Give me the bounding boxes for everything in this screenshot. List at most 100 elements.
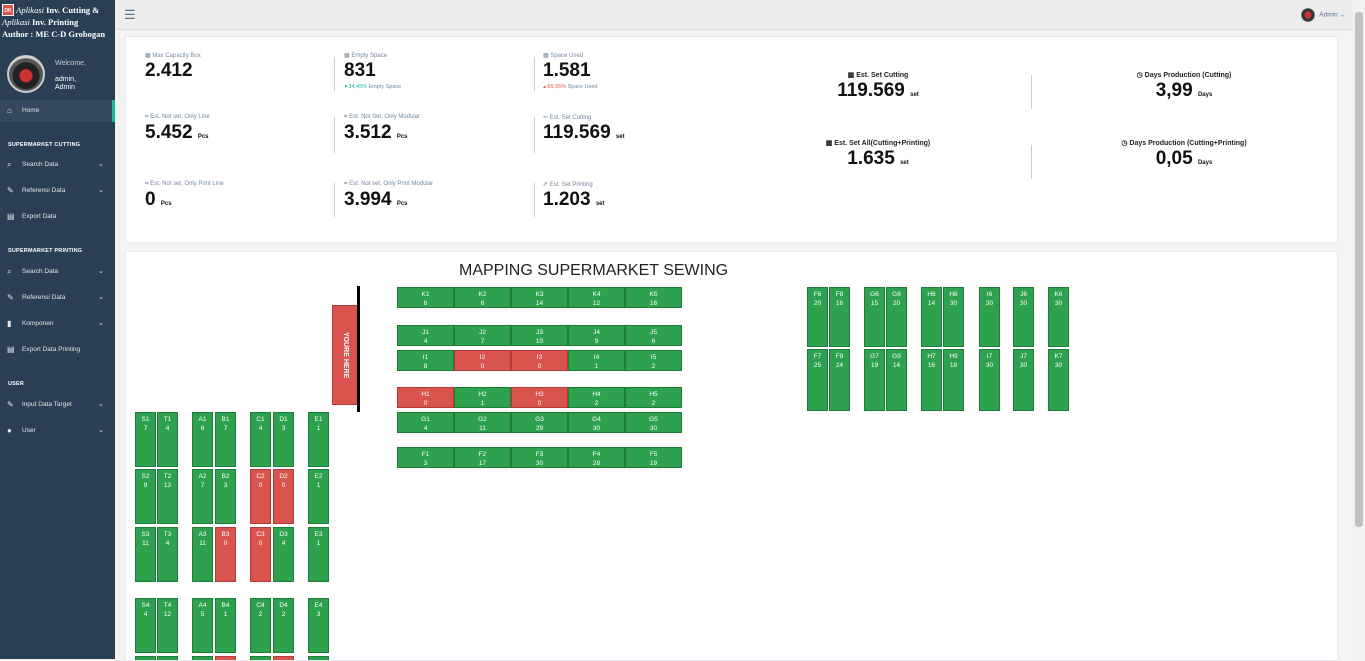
map-cell-a2[interactable]: A2 7 (192, 469, 213, 524)
map-cell-f4[interactable]: F4 28 (568, 447, 625, 468)
map-cell-d3[interactable]: D3 4 (273, 527, 294, 582)
cell-count: 0 (480, 363, 485, 370)
map-cell-j1[interactable]: J1 4 (397, 325, 454, 346)
map-cell-e1[interactable]: E1 1 (308, 412, 329, 467)
map-cell-j3[interactable]: J3 10 (511, 325, 568, 346)
map-cell-s4[interactable]: S4 4 (135, 598, 156, 653)
nav-cut-search[interactable]: ⌕ Search Data ⌄ (0, 154, 115, 176)
user-menu[interactable]: Admin ⌄ (1301, 8, 1345, 22)
map-title: MAPPING SUPERMARKET SEWING (459, 262, 729, 279)
map-cell-k2[interactable]: K2 6 (454, 287, 511, 308)
map-cell-h1[interactable]: H1 0 (397, 387, 454, 408)
map-cell-f8[interactable]: F8 16 (829, 287, 850, 347)
app-brand[interactable]: DK Aplikasi Inv. Cutting & Aplikasi Inv.… (0, 4, 115, 44)
map-cell-i1[interactable]: I1 8 (397, 350, 454, 371)
map-cell-i6[interactable]: I6 30 (979, 287, 1000, 347)
map-cell-h8[interactable]: H8 30 (943, 287, 964, 347)
map-cell-i3[interactable]: I3 0 (511, 350, 568, 371)
map-cell-d2[interactable]: D2 0 (273, 469, 294, 524)
map-cell-k3[interactable]: K3 14 (511, 287, 568, 308)
nav-cut-export[interactable]: ▤ Export Data (0, 206, 115, 228)
map-cell-g8[interactable]: G8 20 (886, 287, 907, 347)
map-cell-a1[interactable]: A1 6 (192, 412, 213, 467)
scrollbar-thumb[interactable] (1355, 12, 1363, 527)
map-cell-j4[interactable]: J4 9 (568, 325, 625, 346)
map-cell-b1[interactable]: B1 7 (215, 412, 236, 467)
map-cell-b2[interactable]: B2 3 (215, 469, 236, 524)
map-cell-g4[interactable]: G4 30 (568, 412, 625, 433)
nav-input-target[interactable]: ✎ Input Data Target ⌄ (0, 394, 115, 416)
cell-code: D1 (279, 416, 288, 423)
map-cell-b3[interactable]: B3 0 (215, 527, 236, 582)
map-cell-c1[interactable]: C1 4 (250, 412, 271, 467)
map-cell-j5[interactable]: J5 6 (625, 325, 682, 346)
map-cell-g2[interactable]: G2 11 (454, 412, 511, 433)
map-cell-f5[interactable]: F5 19 (625, 447, 682, 468)
map-cell-a4[interactable]: A4 5 (192, 598, 213, 653)
map-cell-c3[interactable]: C3 0 (250, 527, 271, 582)
map-cell-i4[interactable]: I4 1 (568, 350, 625, 371)
map-cell-f3[interactable]: F3 30 (511, 447, 568, 468)
scrollbar[interactable] (1353, 0, 1365, 659)
map-cell-h5[interactable]: H5 2 (625, 387, 682, 408)
nav-prt-search[interactable]: ⌕ Search Data ⌄ (0, 261, 115, 283)
database-icon: ▦ (847, 72, 855, 79)
map-cell-k5[interactable]: K5 16 (625, 287, 682, 308)
nav-user[interactable]: ● User ⌄ (0, 420, 115, 442)
map-cell-g6[interactable]: G6 15 (864, 287, 885, 347)
map-cell-d1[interactable]: D1 3 (273, 412, 294, 467)
map-cell-k1[interactable]: K1 6 (397, 287, 454, 308)
map-cell-i2[interactable]: I2 0 (454, 350, 511, 371)
map-cell-h2[interactable]: H2 1 (454, 387, 511, 408)
map-cell-g1[interactable]: G1 4 (397, 412, 454, 433)
map-cell-s3[interactable]: S3 11 (135, 527, 156, 582)
map-cell-f2[interactable]: F2 17 (454, 447, 511, 468)
map-cell-f1[interactable]: F1 3 (397, 447, 454, 468)
map-cell-h7[interactable]: H7 16 (921, 349, 942, 411)
nav-prt-export[interactable]: ▤ Export Data Printing (0, 339, 115, 361)
tile-sub-pct: 65,55% (547, 84, 566, 90)
map-cell-h4[interactable]: H4 2 (568, 387, 625, 408)
map-cell-h9[interactable]: H9 18 (943, 349, 964, 411)
map-cell-e2[interactable]: E2 1 (308, 469, 329, 524)
map-cell-i7[interactable]: I7 30 (979, 349, 1000, 411)
cell-count: 30 (985, 362, 994, 369)
map-cell-s2[interactable]: S2 9 (135, 469, 156, 524)
map-cell-s1[interactable]: S1 7 (135, 412, 156, 467)
cell-count: 19 (649, 460, 658, 467)
map-cell-j2[interactable]: J2 7 (454, 325, 511, 346)
map-cell-k4[interactable]: K4 12 (568, 287, 625, 308)
nav-prt-komponen[interactable]: ▮ Komponen ⌄ (0, 313, 115, 335)
map-cell-f6[interactable]: F6 20 (807, 287, 828, 347)
map-cell-t1[interactable]: T1 4 (157, 412, 178, 467)
map-cell-g5[interactable]: G5 30 (625, 412, 682, 433)
map-cell-g3[interactable]: G3 29 (511, 412, 568, 433)
map-cell-b4[interactable]: B4 1 (215, 598, 236, 653)
map-cell-j7[interactable]: J7 30 (1013, 349, 1034, 411)
map-cell-t3[interactable]: T3 4 (157, 527, 178, 582)
map-cell-h3[interactable]: H3 0 (511, 387, 568, 408)
cell-code: K4 (592, 291, 601, 298)
map-cell-f9[interactable]: F9 24 (829, 349, 850, 411)
map-cell-d4[interactable]: D4 2 (273, 598, 294, 653)
map-cell-c4[interactable]: C4 2 (250, 598, 271, 653)
tile-label: Est. Set Cutting (549, 115, 592, 121)
map-cell-k7[interactable]: K7 30 (1048, 349, 1069, 411)
nav-home[interactable]: ⌂ Home (0, 100, 115, 122)
map-cell-g9[interactable]: G9 14 (886, 349, 907, 411)
map-cell-i5[interactable]: I5 2 (625, 350, 682, 371)
map-cell-f7[interactable]: F7 25 (807, 349, 828, 411)
map-cell-e3[interactable]: E3 1 (308, 527, 329, 582)
menu-toggle-icon[interactable]: ☰ (124, 7, 136, 23)
map-cell-c2[interactable]: C2 0 (250, 469, 271, 524)
nav-cut-referensi[interactable]: ✎ Referensi Data ⌄ (0, 180, 115, 202)
map-cell-t2[interactable]: T2 13 (157, 469, 178, 524)
map-cell-a3[interactable]: A3 11 (192, 527, 213, 582)
map-cell-e4[interactable]: E4 3 (308, 598, 329, 653)
map-cell-k6[interactable]: K6 30 (1048, 287, 1069, 347)
map-cell-t4[interactable]: T4 12 (157, 598, 178, 653)
map-cell-j6[interactable]: J6 30 (1013, 287, 1034, 347)
nav-prt-referensi[interactable]: ✎ Referensi Data ⌄ (0, 287, 115, 309)
map-cell-g7[interactable]: G7 19 (864, 349, 885, 411)
map-cell-h6[interactable]: H6 14 (921, 287, 942, 347)
